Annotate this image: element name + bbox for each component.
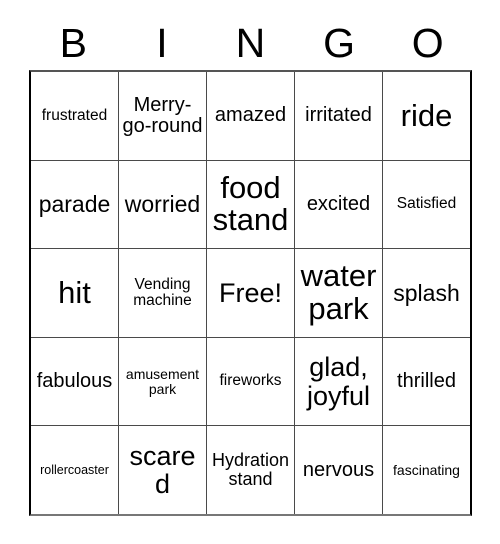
header-letter-n: N <box>235 19 266 66</box>
bingo-cell-label: hit <box>58 274 91 310</box>
bingo-cell-label: thrilled <box>397 370 456 393</box>
bingo-row: fabulous amusement park fireworks glad, … <box>31 336 470 426</box>
bingo-cell[interactable]: Hydration stand <box>206 426 294 514</box>
bingo-cell[interactable]: nervous <box>294 426 382 514</box>
bingo-cell-label: excited <box>306 192 371 215</box>
bingo-cell-label: fascinating <box>393 461 460 478</box>
bingo-cell-label: parade <box>38 191 111 218</box>
bingo-cell[interactable]: rollercoaster <box>31 426 118 514</box>
bingo-cell-label: water park <box>300 258 377 326</box>
bingo-cell-label: ride <box>400 97 453 133</box>
bingo-cell-label: Satisfied <box>396 195 457 213</box>
bingo-cell[interactable]: worried <box>118 160 206 249</box>
bingo-cell-label: fireworks <box>219 372 282 390</box>
bingo-cell-label: glad, joyful <box>306 352 371 411</box>
bingo-header: B I N G O <box>29 18 472 68</box>
bingo-cell-label: worried <box>124 191 201 218</box>
bingo-cell-free[interactable]: Free! <box>206 249 294 337</box>
bingo-cell-label: food stand <box>212 169 289 238</box>
bingo-cell-label: rollercoaster <box>40 462 109 477</box>
bingo-cell-label: nervous <box>302 458 375 481</box>
bingo-cell-label: amazed <box>214 104 287 127</box>
bingo-cell-label: scared <box>129 440 196 500</box>
bingo-cell[interactable]: fascinating <box>382 426 470 514</box>
bingo-cell[interactable]: fabulous <box>31 338 118 426</box>
bingo-cell[interactable]: scared <box>118 426 206 514</box>
bingo-cell[interactable]: water park <box>294 249 382 337</box>
header-letter-i: I <box>156 19 168 66</box>
bingo-cell[interactable]: Merry-go-round <box>118 72 206 160</box>
bingo-cell[interactable]: food stand <box>206 160 294 249</box>
header-letter-o: O <box>411 19 444 66</box>
bingo-cell-label: fabulous <box>36 370 113 393</box>
bingo-cell[interactable]: Satisfied <box>382 160 470 249</box>
bingo-row: rollercoaster scared Hydration stand ner… <box>31 425 470 514</box>
bingo-cell-label: frustrated <box>41 106 108 124</box>
bingo-row: parade worried food stand excited Satisf… <box>31 159 470 249</box>
bingo-cell-label: amusement park <box>125 365 200 397</box>
bingo-cell[interactable]: parade <box>31 161 118 249</box>
bingo-grid: frustrated Merry-go-round amazed irritat… <box>29 70 472 516</box>
bingo-cell[interactable]: frustrated <box>31 72 118 160</box>
bingo-cell-label: splash <box>393 279 460 306</box>
bingo-cell[interactable]: glad, joyful <box>294 337 382 426</box>
bingo-cell[interactable]: hit <box>31 249 118 337</box>
bingo-cell[interactable]: fireworks <box>206 337 294 426</box>
bingo-row: frustrated Merry-go-round amazed irritat… <box>31 72 470 160</box>
bingo-cell[interactable]: irritated <box>294 72 382 160</box>
bingo-cell[interactable]: thrilled <box>382 337 470 426</box>
bingo-cell[interactable]: Vending machine <box>118 249 206 337</box>
bingo-row: hit Vending machine Free! water park spl… <box>31 248 470 337</box>
bingo-cell[interactable]: amusement park <box>118 337 206 426</box>
bingo-cell-label: Hydration stand <box>211 450 290 490</box>
bingo-cell[interactable]: splash <box>382 249 470 337</box>
bingo-cell-label: irritated <box>305 104 372 127</box>
header-letter-g: G <box>323 19 356 66</box>
bingo-cell-label: Free! <box>218 277 283 308</box>
bingo-cell[interactable]: excited <box>294 160 382 249</box>
bingo-cell-label: Merry-go-round <box>122 93 203 137</box>
header-letter-b: B <box>59 19 87 66</box>
bingo-card: B I N G O frustrated Merry-go-round amaz… <box>0 0 500 544</box>
bingo-cell-label: Vending machine <box>133 275 192 309</box>
bingo-cell[interactable]: ride <box>382 72 470 160</box>
bingo-cell[interactable]: amazed <box>206 72 294 160</box>
